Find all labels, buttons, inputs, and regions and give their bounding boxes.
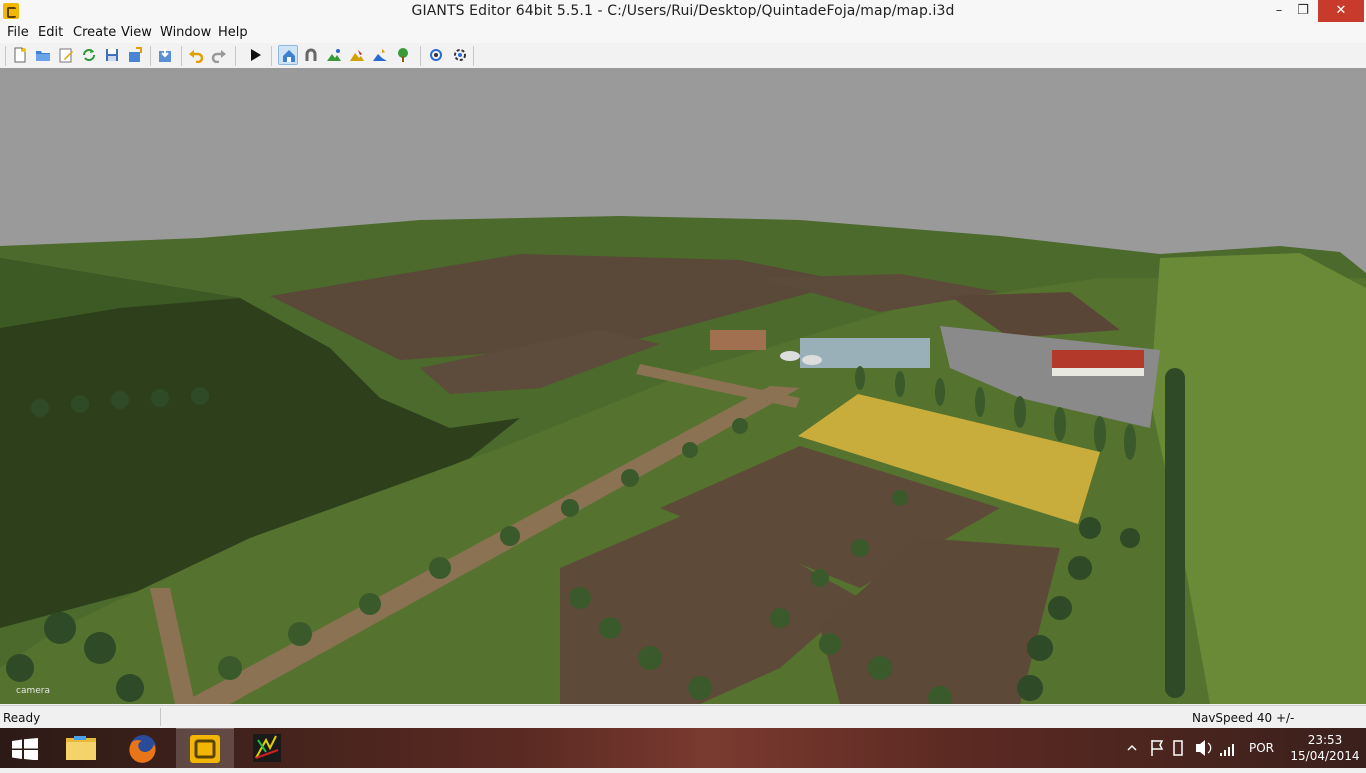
close-button[interactable]: ✕ — [1318, 0, 1364, 22]
rotate-camera-icon[interactable] — [426, 45, 446, 65]
toolbar-separator — [150, 46, 151, 66]
foliage-paint-icon[interactable] — [370, 45, 390, 65]
menu-bar: File Edit Create View Window Help — [0, 23, 1366, 43]
silo-1 — [780, 351, 800, 361]
app-icon[interactable] — [238, 728, 296, 768]
network-icon — [1220, 744, 1234, 756]
new-file-icon[interactable] — [10, 45, 30, 65]
greenhouse-area — [800, 338, 930, 368]
undo-icon[interactable] — [186, 45, 206, 65]
giants-editor-icon[interactable] — [176, 728, 234, 768]
farm-house — [710, 330, 766, 350]
menu-edit[interactable]: Edit — [38, 25, 63, 40]
menu-create[interactable]: Create — [73, 25, 116, 40]
title-bar: GIANTS Editor 64bit 5.5.1 - C:/Users/Rui… — [0, 0, 1366, 23]
export-icon[interactable] — [125, 45, 145, 65]
status-bar: Ready NavSpeed 40 +/- — [0, 705, 1366, 729]
battery-icon — [1173, 740, 1183, 756]
taskbar: POR 23:53 15/04/2014 — [0, 728, 1366, 768]
terrain-scene — [0, 68, 1366, 704]
window-title: GIANTS Editor 64bit 5.5.1 - C:/Users/Rui… — [411, 3, 955, 19]
select-mode-icon[interactable] — [278, 45, 298, 65]
plant-icon[interactable] — [393, 45, 413, 65]
navspeed-indicator: NavSpeed 40 +/- — [1192, 711, 1295, 725]
file-explorer-icon[interactable] — [52, 728, 110, 768]
language-indicator[interactable]: POR — [1249, 741, 1274, 755]
tray-chevron-icon — [1127, 744, 1137, 751]
toolbar-separator — [420, 46, 421, 66]
minimize-button[interactable]: – — [1266, 0, 1292, 22]
toolbar-separator — [235, 46, 236, 66]
open-folder-icon[interactable] — [33, 45, 53, 65]
menu-help[interactable]: Help — [218, 25, 248, 40]
silo-2 — [802, 355, 822, 365]
terrain-sculpt-icon[interactable] — [347, 45, 367, 65]
menu-window[interactable]: Window — [160, 25, 211, 40]
toolbar-separator — [271, 46, 272, 66]
system-tray — [1127, 740, 1234, 756]
edit-icon[interactable] — [56, 45, 76, 65]
clock-time: 23:53 — [1307, 733, 1343, 747]
magnet-icon[interactable] — [301, 45, 321, 65]
camera-label: camera — [16, 686, 50, 696]
settings-camera-icon[interactable] — [450, 45, 470, 65]
status-text: Ready — [3, 711, 41, 725]
refresh-icon[interactable] — [79, 45, 99, 65]
clock-date: 15/04/2014 — [1290, 749, 1360, 763]
save-icon[interactable] — [102, 45, 122, 65]
volume-icon — [1196, 740, 1205, 756]
status-separator — [160, 708, 161, 726]
windows-start-icon[interactable] — [12, 738, 38, 760]
3d-viewport[interactable]: camera — [0, 68, 1366, 704]
menu-file[interactable]: File — [7, 25, 29, 40]
toolbar-separator — [473, 46, 474, 66]
play-icon[interactable] — [245, 45, 265, 65]
menu-view[interactable]: View — [121, 25, 152, 40]
maximize-button[interactable]: ❐ — [1290, 0, 1316, 22]
clock[interactable]: 23:53 15/04/2014 — [1290, 732, 1360, 764]
import-icon[interactable] — [155, 45, 175, 65]
toolbar-separator — [181, 46, 182, 66]
toolbar-grip — [5, 46, 6, 66]
action-center-flag-icon — [1151, 740, 1164, 756]
redo-icon[interactable] — [209, 45, 229, 65]
toolbar — [0, 43, 1366, 69]
barn-wall — [1052, 368, 1144, 376]
terrain-paint-icon[interactable] — [324, 45, 344, 65]
firefox-icon[interactable] — [114, 728, 172, 768]
